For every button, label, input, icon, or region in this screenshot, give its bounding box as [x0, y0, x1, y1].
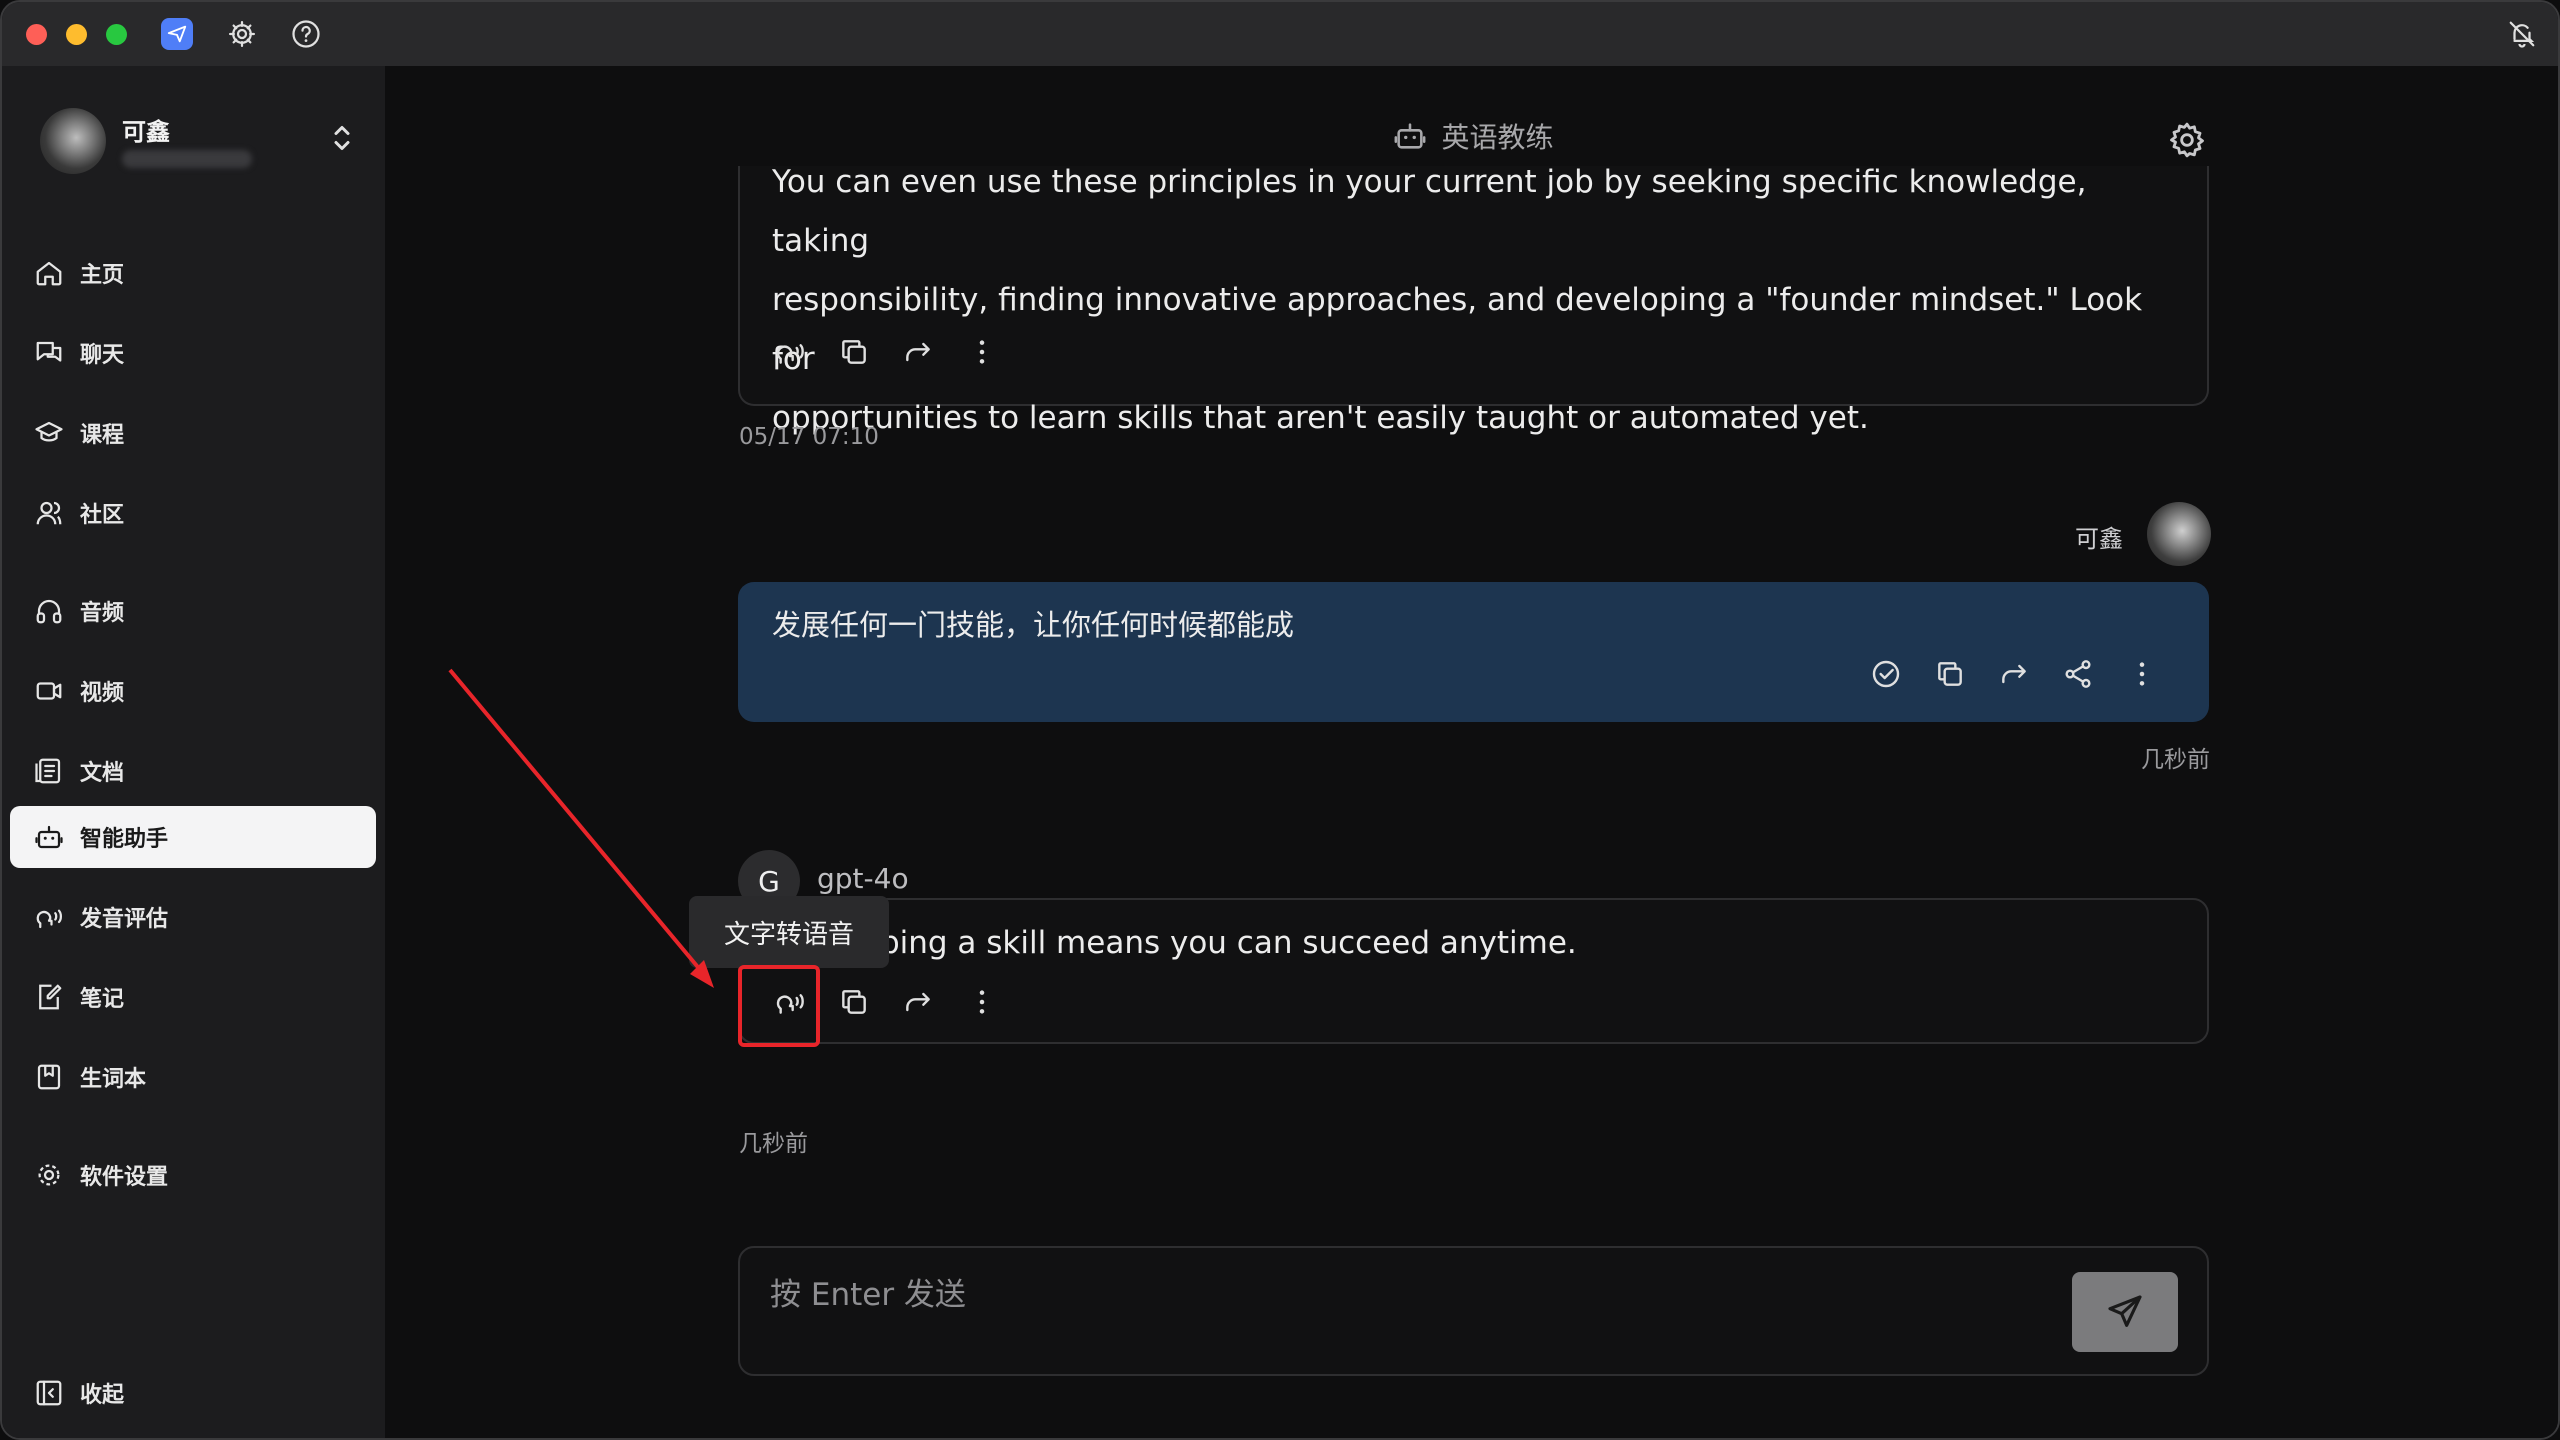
annotation-arrow [448, 668, 714, 988]
app-window: 可鑫 主页 聊天 课程 社区 音频 视频 文档 智能助手 发音评估 笔记 生词本… [0, 0, 2560, 1440]
